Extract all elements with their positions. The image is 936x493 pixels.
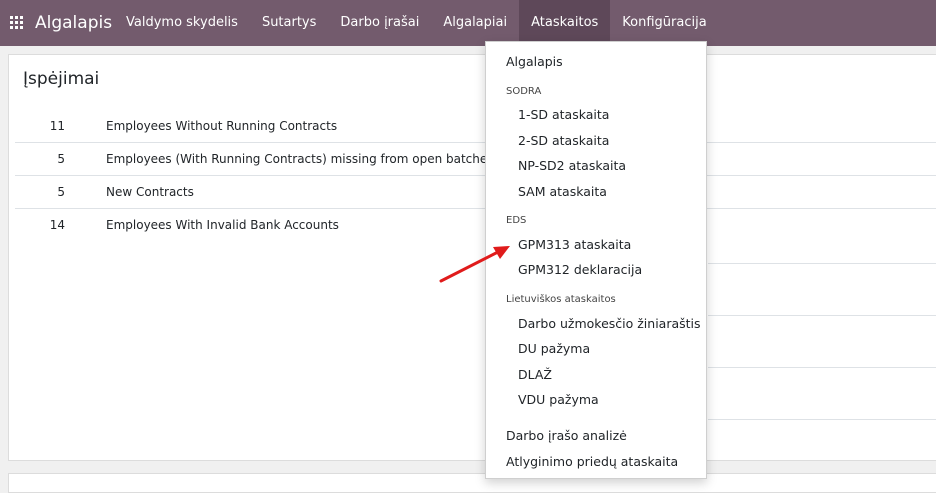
top-navbar: Algalapis Valdymo skydelis Sutartys Darb… xyxy=(0,0,936,46)
warning-label[interactable]: New Contracts xyxy=(106,176,194,208)
secondary-panel xyxy=(8,473,936,493)
warning-count: 5 xyxy=(57,152,65,166)
dropdown-item-vdu-pazyma[interactable]: VDU pažyma xyxy=(518,392,599,407)
warnings-table: 11 Employees Without Running Contracts 5… xyxy=(15,110,936,241)
menu-darbo-irasai[interactable]: Darbo įrašai xyxy=(328,0,431,46)
dropdown-item-atlyginimo-priedu[interactable]: Atlyginimo priedų ataskaita xyxy=(506,454,678,469)
dropdown-item-sam[interactable]: SAM ataskaita xyxy=(518,184,607,199)
menu-sutartys[interactable]: Sutartys xyxy=(250,0,328,46)
row-divider xyxy=(708,315,936,316)
dropdown-item-darbo-iraso-analize[interactable]: Darbo įrašo analizė xyxy=(506,428,627,443)
dropdown-heading-lietuviskos: Lietuviškos ataskaitos xyxy=(506,294,616,305)
row-divider xyxy=(708,367,936,368)
warning-count: 11 xyxy=(49,119,65,133)
warning-label[interactable]: Employees With Invalid Bank Accounts xyxy=(106,209,339,241)
menu-valdymo-skydelis[interactable]: Valdymo skydelis xyxy=(114,0,250,46)
warning-count: 14 xyxy=(49,218,65,232)
warning-count: 5 xyxy=(57,185,65,199)
warnings-title: Įspėjimai xyxy=(23,69,100,89)
row-divider xyxy=(708,419,936,420)
dropdown-item-du-ziniarastis[interactable]: Darbo užmokesčio žiniaraštis xyxy=(518,316,701,331)
apps-grid-icon[interactable] xyxy=(10,16,23,29)
dropdown-heading-eds: EDS xyxy=(506,215,527,226)
menu-algalapiai[interactable]: Algalapiai xyxy=(431,0,519,46)
dropdown-heading-sodra: SODRA xyxy=(506,86,542,97)
warnings-panel: Įspėjimai 11 Employees Without Running C… xyxy=(8,54,936,461)
dropdown-item-dlaz[interactable]: DLAŽ xyxy=(518,367,552,382)
dropdown-item-gpm312[interactable]: GPM312 deklaracija xyxy=(518,262,642,277)
dropdown-item-2sd[interactable]: 2-SD ataskaita xyxy=(518,133,609,148)
ataskaitos-dropdown: Algalapis SODRA 1-SD ataskaita 2-SD atas… xyxy=(485,41,707,479)
row-divider xyxy=(708,263,936,264)
menu-ataskaitos[interactable]: Ataskaitos xyxy=(519,0,611,46)
dropdown-item-1sd[interactable]: 1-SD ataskaita xyxy=(518,107,609,122)
app-brand[interactable]: Algalapis xyxy=(35,0,112,46)
dropdown-item-algalapis[interactable]: Algalapis xyxy=(506,54,563,69)
table-row[interactable]: 5 New Contracts xyxy=(15,176,936,209)
menu-konfiguracija[interactable]: Konfigūracija xyxy=(610,0,718,46)
main-menu: Valdymo skydelis Sutartys Darbo įrašai A… xyxy=(114,0,719,46)
table-row[interactable]: 14 Employees With Invalid Bank Accounts xyxy=(15,209,936,241)
warning-label[interactable]: Employees (With Running Contracts) missi… xyxy=(106,143,494,175)
warning-label[interactable]: Employees Without Running Contracts xyxy=(106,110,337,142)
dropdown-item-du-pazyma[interactable]: DU pažyma xyxy=(518,341,590,356)
table-row[interactable]: 5 Employees (With Running Contracts) mis… xyxy=(15,143,936,176)
table-row[interactable]: 11 Employees Without Running Contracts xyxy=(15,110,936,143)
dropdown-item-gpm313[interactable]: GPM313 ataskaita xyxy=(518,237,631,252)
dropdown-item-npsd2[interactable]: NP-SD2 ataskaita xyxy=(518,158,626,173)
